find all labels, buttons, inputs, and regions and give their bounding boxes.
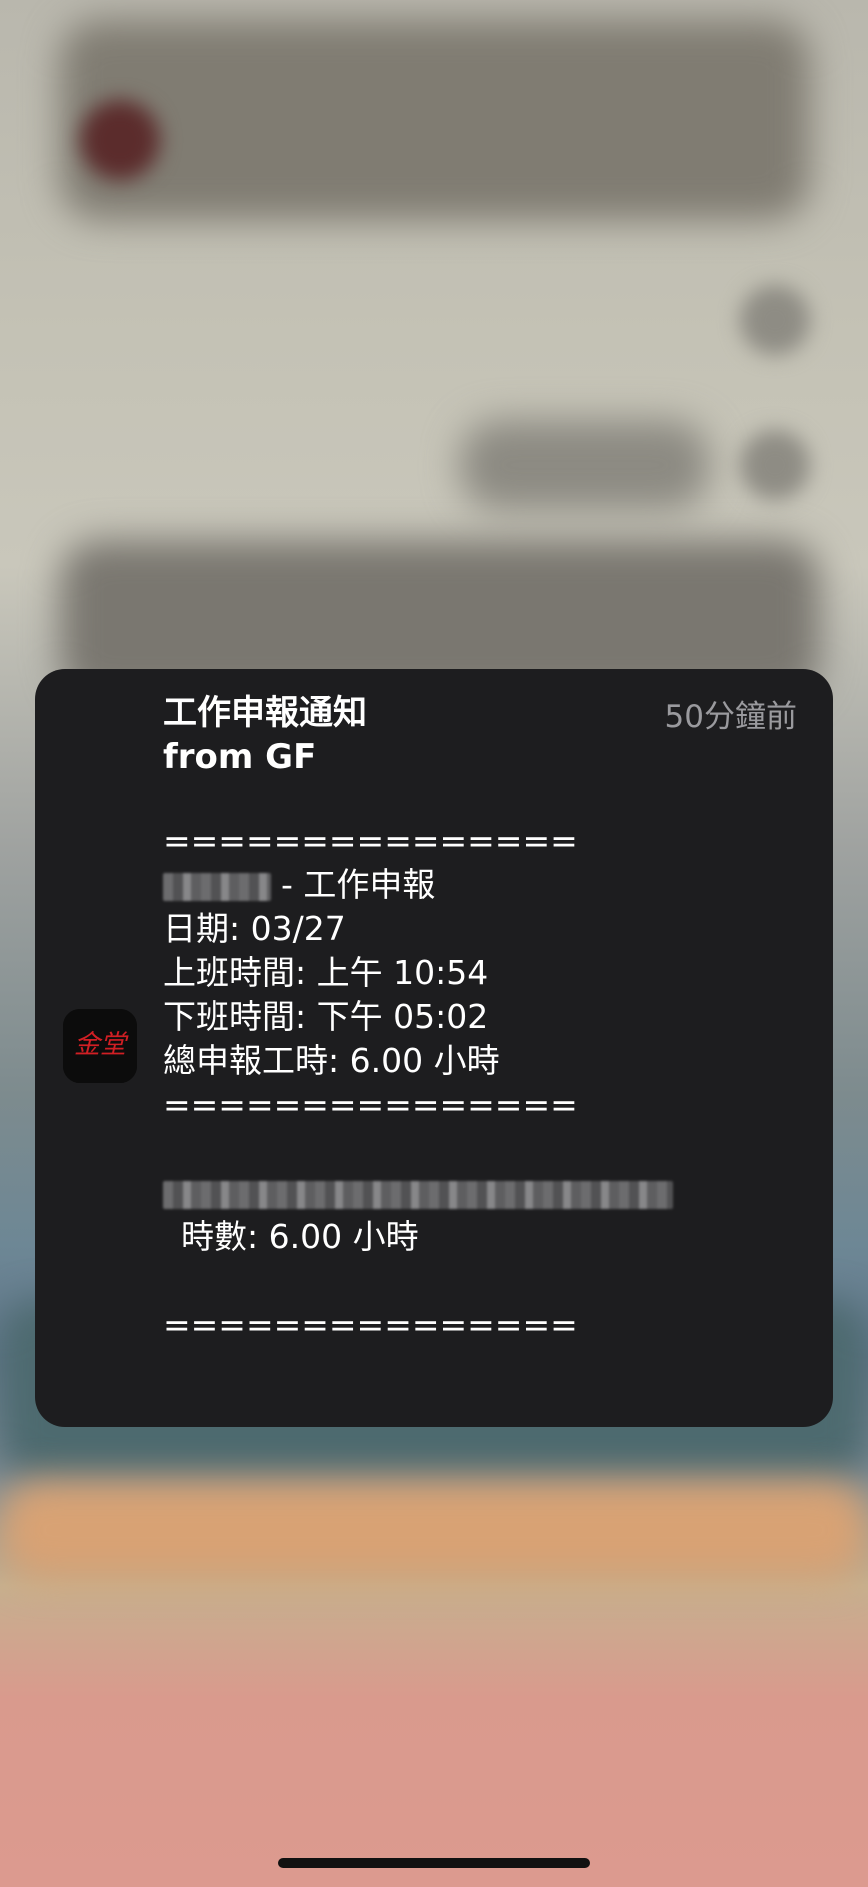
blurred-avatar [740,430,810,500]
app-icon-logo: 金堂 [63,1009,137,1083]
notification-card[interactable]: 金堂 工作申報通知 from GF 50分鐘前 =============== … [35,669,833,1427]
app-icon-glyph: 金堂 [74,1030,129,1060]
blurred-avatar [740,285,810,355]
task-hours-line: 時數: 6.00 小時 [181,1217,419,1256]
notification-title-line2: from GF [163,737,317,777]
redacted-task-description [163,1180,673,1209]
total-hours-line: 總申報工時: 6.00 小時 [163,1041,500,1080]
clock-in-line: 上班時間: 上午 10:54 [163,953,489,992]
separator-line: =============== [163,821,578,860]
notification-title: 工作申報通知 from GF [163,691,367,779]
report-header-line: - 工作申報 [163,863,803,907]
notification-title-line1: 工作申報通知 [163,693,367,733]
notification-timestamp: 50分鐘前 [664,699,797,735]
task-line [163,1171,803,1215]
home-indicator[interactable] [278,1858,590,1868]
notification-body: =============== - 工作申報 日期: 03/27 上班時間: 上… [163,819,803,1347]
blurred-message-bubble [460,420,710,510]
report-suffix: - 工作申報 [281,865,436,904]
clock-out-line: 下班時間: 下午 05:02 [163,997,489,1036]
separator-line: =============== [163,1305,578,1344]
separator-line: =============== [163,1085,578,1124]
date-line: 日期: 03/27 [163,909,346,948]
blurred-message-bubble [60,20,810,220]
blurred-avatar [80,100,160,180]
redacted-name [163,872,271,901]
jintang-app-icon[interactable]: 金堂 [63,1009,137,1083]
blurred-background-band [0,1480,868,1580]
